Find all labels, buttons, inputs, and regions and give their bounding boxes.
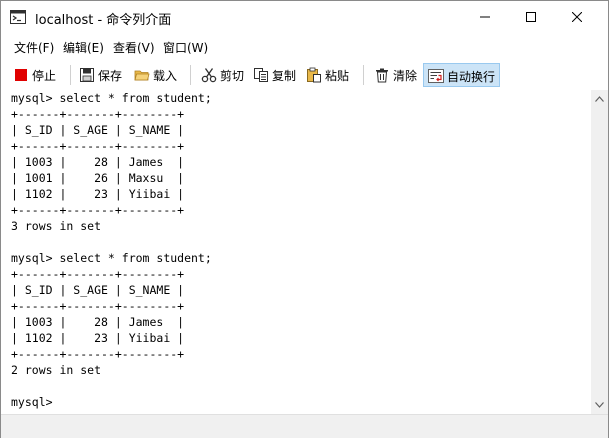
menu-view[interactable]: 查看(V)	[113, 39, 155, 56]
scroll-down-arrow-icon[interactable]	[595, 402, 604, 408]
console-text: mysql> select * from student; +------+---…	[5, 90, 589, 410]
maximize-button[interactable]	[508, 1, 554, 33]
toolbar-separator	[70, 65, 71, 85]
console-line: +------+-------+--------+	[11, 139, 185, 153]
maximize-icon	[526, 12, 536, 22]
console-window: localhost - 命令列介面 文件(F) 编辑(E) 查看(V) 窗口(W…	[0, 0, 609, 438]
load-label: 载入	[153, 69, 178, 83]
console-line: | 1102 | 23 | Yiibai |	[11, 187, 185, 201]
minimize-button[interactable]	[462, 1, 508, 33]
trash-icon	[376, 68, 388, 83]
toolbar-separator	[190, 65, 191, 85]
console-output[interactable]: mysql> select * from student; +------+---…	[5, 90, 589, 414]
console-line: +------+-------+--------+	[11, 299, 185, 313]
window-title: localhost - 命令列介面	[35, 13, 172, 28]
console-line: | 1102 | 23 | Yiibai |	[11, 331, 185, 345]
toolbar-separator	[363, 65, 364, 85]
console-line: | S_ID | S_AGE | S_NAME |	[11, 123, 185, 137]
title-bar[interactable]: localhost - 命令列介面	[1, 1, 608, 33]
clear-label: 清除	[393, 69, 418, 83]
menu-edit[interactable]: 编辑(E)	[63, 39, 104, 56]
save-label: 保存	[98, 69, 123, 83]
save-button[interactable]: 保存	[75, 63, 127, 87]
console-line: mysql> select * from student;	[11, 251, 212, 265]
stop-label: 停止	[32, 69, 57, 83]
menu-file[interactable]: 文件(F)	[14, 39, 54, 56]
cut-label: 剪切	[220, 69, 245, 83]
paste-button[interactable]: 粘贴	[302, 63, 354, 87]
stop-button[interactable]: 停止	[9, 63, 61, 87]
stop-icon	[15, 69, 27, 81]
close-icon	[572, 12, 582, 22]
console-line: | 1001 | 26 | Maxsu |	[11, 171, 185, 185]
clipboard-paste-icon	[307, 67, 321, 83]
menu-window[interactable]: 窗口(W)	[163, 39, 208, 56]
console-line: +------+-------+--------+	[11, 347, 185, 361]
menu-bar: 文件(F) 编辑(E) 查看(V) 窗口(W)	[1, 36, 608, 58]
close-button[interactable]	[554, 1, 600, 33]
terminal-app-icon	[10, 10, 26, 24]
copy-button[interactable]: 复制	[249, 63, 301, 87]
console-line: mysql> select * from student;	[11, 91, 212, 105]
paste-label: 粘贴	[325, 69, 350, 83]
status-strip	[1, 414, 608, 438]
clear-button[interactable]: 清除	[370, 63, 422, 87]
copy-icon	[254, 68, 268, 82]
console-line: | S_ID | S_AGE | S_NAME |	[11, 283, 185, 297]
console-line: +------+-------+--------+	[11, 203, 185, 217]
folder-open-icon	[134, 70, 150, 81]
vertical-scrollbar[interactable]	[591, 90, 608, 414]
word-wrap-toggle[interactable]: 自动换行	[423, 63, 500, 87]
word-wrap-label: 自动换行	[447, 70, 496, 84]
toolbar: 停止 保存 载入 剪切 复制 粘贴 清除 自动换行	[1, 61, 608, 89]
word-wrap-icon	[428, 69, 444, 83]
console-line: | 1003 | 28 | James |	[11, 155, 185, 169]
scroll-up-arrow-icon[interactable]	[595, 96, 604, 102]
console-line: | 1003 | 28 | James |	[11, 315, 185, 329]
scissors-icon	[201, 68, 217, 83]
minimize-icon	[480, 16, 490, 18]
load-button[interactable]: 载入	[130, 63, 182, 87]
floppy-disk-icon	[80, 68, 94, 82]
console-line: +------+-------+--------+	[11, 107, 185, 121]
copy-label: 复制	[272, 69, 297, 83]
cut-button[interactable]: 剪切	[197, 63, 249, 87]
console-line: 2 rows in set	[11, 363, 102, 377]
console-line: 3 rows in set	[11, 219, 102, 233]
console-line: mysql>	[11, 395, 53, 409]
console-line: +------+-------+--------+	[11, 267, 185, 281]
